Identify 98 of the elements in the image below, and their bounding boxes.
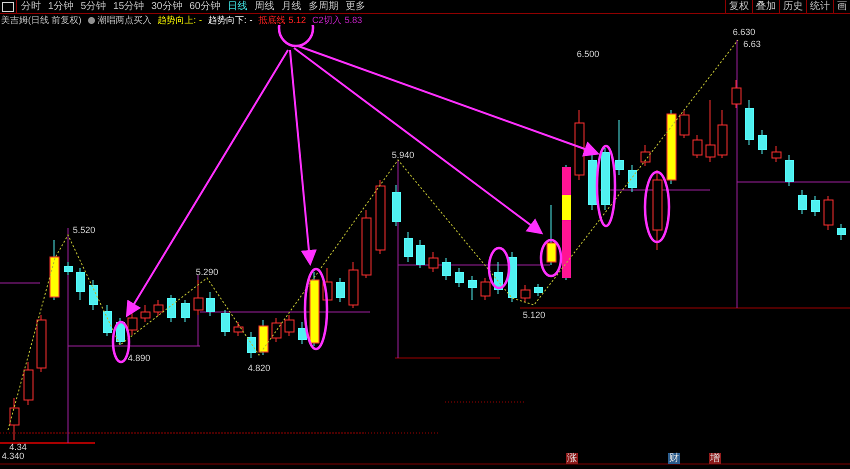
candlestick [534, 284, 543, 296]
period-tab[interactable]: 月线 [282, 0, 302, 14]
candlestick [167, 294, 176, 322]
candlestick [588, 154, 597, 210]
legend-value: 5.12 [288, 15, 306, 25]
candlestick [247, 332, 256, 358]
legend-label: 趋势向上: [158, 15, 196, 25]
candlestick [692, 134, 702, 158]
candlestick [442, 258, 451, 280]
candlestick [574, 110, 584, 180]
period-tab[interactable]: 日线 [228, 0, 248, 14]
candlestick [76, 268, 85, 300]
candlestick [811, 196, 820, 216]
period-tab[interactable]: 30分钟 [151, 0, 182, 14]
candlestick [298, 322, 307, 344]
candlestick [348, 262, 358, 308]
candlestick [628, 164, 637, 192]
event-marker: 涨 [566, 453, 578, 464]
price-label: 6.500 [576, 50, 600, 59]
period-tab[interactable]: 更多 [346, 0, 366, 14]
candlestick [772, 146, 782, 162]
price-label: 4.34 [9, 443, 27, 452]
toolbar-button[interactable]: 复权 [725, 0, 752, 13]
price-label: 4.890 [128, 354, 150, 363]
candlestick [128, 312, 138, 336]
event-marker: 财 [668, 453, 680, 464]
candlestick [64, 262, 73, 276]
period-tab[interactable]: 1分钟 [48, 0, 74, 14]
period-tab[interactable]: 分时 [21, 0, 41, 14]
price-label: 5.120 [522, 311, 546, 320]
candlestick [718, 110, 728, 158]
price-label: 5.520 [72, 226, 96, 235]
candlestick [336, 278, 345, 302]
candlestick [140, 304, 150, 322]
candlestick [615, 120, 624, 176]
legend-label: 抵底线 [258, 15, 286, 25]
toolbar-button[interactable]: 画 [833, 0, 850, 13]
candlestick [194, 280, 204, 316]
candlestick [36, 314, 46, 372]
indicator-name: 潮唱两点买入 [98, 15, 152, 25]
candlestick [824, 196, 834, 230]
candlestick [392, 184, 401, 226]
candlestick [428, 252, 438, 272]
candlestick [416, 240, 425, 268]
candlestick [468, 276, 477, 300]
candlestick [520, 284, 530, 302]
candlestick [798, 190, 807, 214]
legend-label: 趋势向下: [208, 15, 247, 25]
price-label: 4.340 [2, 452, 24, 461]
candlestick [745, 100, 754, 146]
candlestick [234, 322, 244, 336]
candlestick [455, 268, 464, 288]
candlestick [480, 278, 490, 300]
candlestick [103, 304, 112, 336]
candlestick [758, 130, 767, 154]
price-label: 6.63 [743, 40, 761, 49]
toolbar-button[interactable]: 历史 [779, 0, 806, 13]
toolbar-button[interactable]: 叠加 [752, 0, 779, 13]
candlestick [494, 262, 503, 294]
candlestick [601, 148, 610, 210]
candlestick [272, 318, 282, 342]
candlestick [546, 204, 556, 266]
toolbar-button[interactable]: 统计 [806, 0, 833, 13]
candlestick [640, 144, 650, 166]
period-tab[interactable]: 多周期 [308, 0, 338, 14]
candlestick [258, 320, 268, 356]
candlestick [284, 314, 294, 336]
candlestick [116, 318, 125, 346]
legend-value: - [250, 15, 253, 25]
candlestick [89, 280, 98, 310]
legend-label: C2切入 [312, 15, 342, 25]
candlestick [732, 80, 742, 108]
candlestick [154, 300, 164, 316]
price-label: 6.630 [732, 28, 756, 37]
period-tab[interactable]: 5分钟 [80, 0, 106, 14]
event-marker: 增 [709, 453, 721, 464]
period-tab[interactable]: 周线 [254, 0, 274, 14]
candlestick [24, 362, 34, 406]
candlestick [706, 100, 716, 162]
legend-value: - [199, 15, 202, 25]
candlestick [362, 210, 372, 278]
candlestick [404, 232, 413, 262]
candlestick [221, 310, 230, 336]
period-tab[interactable]: 15分钟 [113, 0, 144, 14]
candlestick [680, 110, 690, 138]
candlestick [785, 154, 794, 186]
price-label: 5.940 [392, 151, 414, 160]
candlestick [206, 292, 215, 316]
candlestick [837, 224, 846, 240]
price-label: 5.290 [196, 268, 218, 277]
candlestick [10, 398, 20, 440]
period-tab[interactable]: 60分钟 [189, 0, 220, 14]
price-label: 4.820 [248, 364, 270, 373]
stock-title: 美吉姆(日线 前复权) [1, 15, 82, 25]
legend-value: 5.83 [344, 15, 362, 25]
candlestick [50, 240, 60, 300]
panel-toggle-icon[interactable] [2, 2, 14, 12]
candlestick [181, 300, 190, 322]
